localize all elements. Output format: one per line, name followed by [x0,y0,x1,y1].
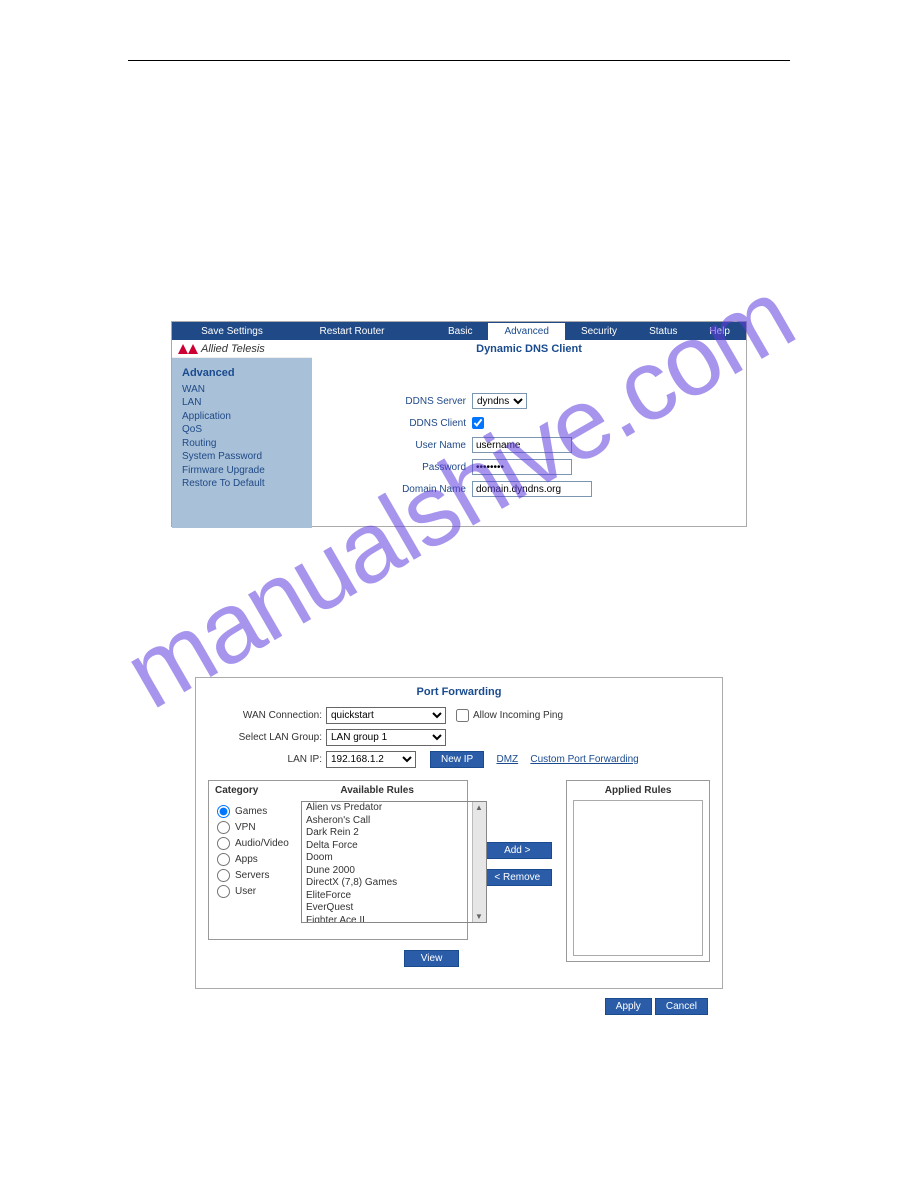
rule-item[interactable]: EliteForce [302,890,486,903]
figure-dynamic-dns: Save Settings Restart Router Basic Advan… [171,321,747,527]
sidebar-item-qos[interactable]: QoS [182,423,302,437]
applied-rules-header: Applied Rules [567,781,709,798]
remove-button[interactable]: < Remove [482,869,552,886]
apply-button[interactable]: Apply [605,998,652,1015]
sidebar-item-restore-default[interactable]: Restore To Default [182,477,302,491]
tab-help[interactable]: Help [693,323,746,340]
sidebar-heading: Advanced [182,366,302,381]
tab-basic[interactable]: Basic [432,323,488,340]
rule-item[interactable]: Alien vs Predator [302,802,486,815]
applied-rules-panel: Applied Rules [566,780,710,962]
category-header: Category [215,785,293,796]
category-apps[interactable]: Apps [217,851,289,867]
brand-logo: Allied Telesis [172,340,312,358]
sidebar-item-wan[interactable]: WAN [182,383,302,397]
lan-ip-select[interactable]: 192.168.1.2 [326,751,416,768]
brand-row: Allied Telesis Dynamic DNS Client [172,340,746,358]
category-vpn[interactable]: VPN [217,819,289,835]
allow-ping-label: Allow Incoming Ping [473,710,563,721]
rule-item[interactable]: Delta Force [302,840,486,853]
ddns-server-label: DDNS Server [312,396,472,407]
rule-item[interactable]: Dark Rein 2 [302,827,486,840]
wan-connection-label: WAN Connection: [196,710,326,721]
password-input[interactable] [472,459,572,475]
rule-item[interactable]: Doom [302,852,486,865]
category-apps-radio[interactable] [217,853,230,866]
sidebar-item-application[interactable]: Application [182,410,302,424]
available-rules-listbox[interactable]: Alien vs Predator Asheron's Call Dark Re… [301,801,487,923]
username-label: User Name [312,440,472,451]
dmz-link[interactable]: DMZ [496,754,518,765]
available-rules-header: Available Rules [293,785,461,796]
new-ip-button[interactable]: New IP [430,751,484,768]
category-list: Games VPN Audio/Video Apps Servers User [217,803,289,899]
figure-port-forwarding: Port Forwarding WAN Connection: quicksta… [195,677,723,989]
tab-security[interactable]: Security [565,323,633,340]
category-servers-radio[interactable] [217,869,230,882]
password-label: Password [312,462,472,473]
brand-text: Allied Telesis [201,343,265,355]
category-servers[interactable]: Servers [217,867,289,883]
cancel-button[interactable]: Cancel [655,998,708,1015]
view-button[interactable]: View [404,950,460,967]
sidebar: Advanced WAN LAN Application QoS Routing… [172,358,312,528]
tab-status[interactable]: Status [633,323,693,340]
rule-item[interactable]: EverQuest [302,902,486,915]
username-input[interactable] [472,437,572,453]
page-title: Dynamic DNS Client [312,340,746,358]
restart-router-link[interactable]: Restart Router [292,326,412,337]
lan-group-select[interactable]: LAN group 1 [326,729,446,746]
rule-item[interactable]: Dune 2000 [302,865,486,878]
allow-ping-checkbox[interactable] [456,709,469,722]
category-audio-video[interactable]: Audio/Video [217,835,289,851]
sidebar-item-routing[interactable]: Routing [182,437,302,451]
page-header-rule [128,60,790,61]
rules-panel: Category Available Rules Games VPN Audio… [208,780,468,940]
sidebar-item-lan[interactable]: LAN [182,396,302,410]
category-user[interactable]: User [217,883,289,899]
rule-item[interactable]: DirectX (7,8) Games [302,877,486,890]
tab-bar: Basic Advanced Security Status Help [432,323,746,340]
domain-label: Domain Name [312,484,472,495]
ddns-server-select[interactable]: dyndns [472,393,527,409]
sidebar-item-system-password[interactable]: System Password [182,450,302,464]
scrollbar[interactable] [472,802,486,922]
applied-rules-listbox[interactable] [573,800,703,956]
add-button[interactable]: Add > [482,842,552,859]
ddns-client-checkbox[interactable] [472,417,484,429]
sidebar-item-firmware-upgrade[interactable]: Firmware Upgrade [182,464,302,478]
category-games-radio[interactable] [217,805,230,818]
domain-input[interactable] [472,481,592,497]
category-user-radio[interactable] [217,885,230,898]
lan-group-label: Select LAN Group: [196,732,326,743]
category-vpn-radio[interactable] [217,821,230,834]
rule-item[interactable]: Fighter Ace II [302,915,486,924]
save-settings-link[interactable]: Save Settings [172,326,292,337]
top-menu-bar: Save Settings Restart Router Basic Advan… [172,322,746,340]
custom-port-forwarding-link[interactable]: Custom Port Forwarding [530,754,638,765]
category-audio-video-radio[interactable] [217,837,230,850]
transfer-buttons: Add > < Remove [482,842,552,962]
ddns-client-label: DDNS Client [312,418,472,429]
pf-title: Port Forwarding [196,678,722,704]
category-games[interactable]: Games [217,803,289,819]
ddns-form: DDNS Server dyndns DDNS Client User Name… [312,358,746,528]
tab-advanced[interactable]: Advanced [488,323,564,340]
rule-item[interactable]: Asheron's Call [302,815,486,828]
wan-connection-select[interactable]: quickstart [326,707,446,724]
lan-ip-label: LAN IP: [196,754,326,765]
